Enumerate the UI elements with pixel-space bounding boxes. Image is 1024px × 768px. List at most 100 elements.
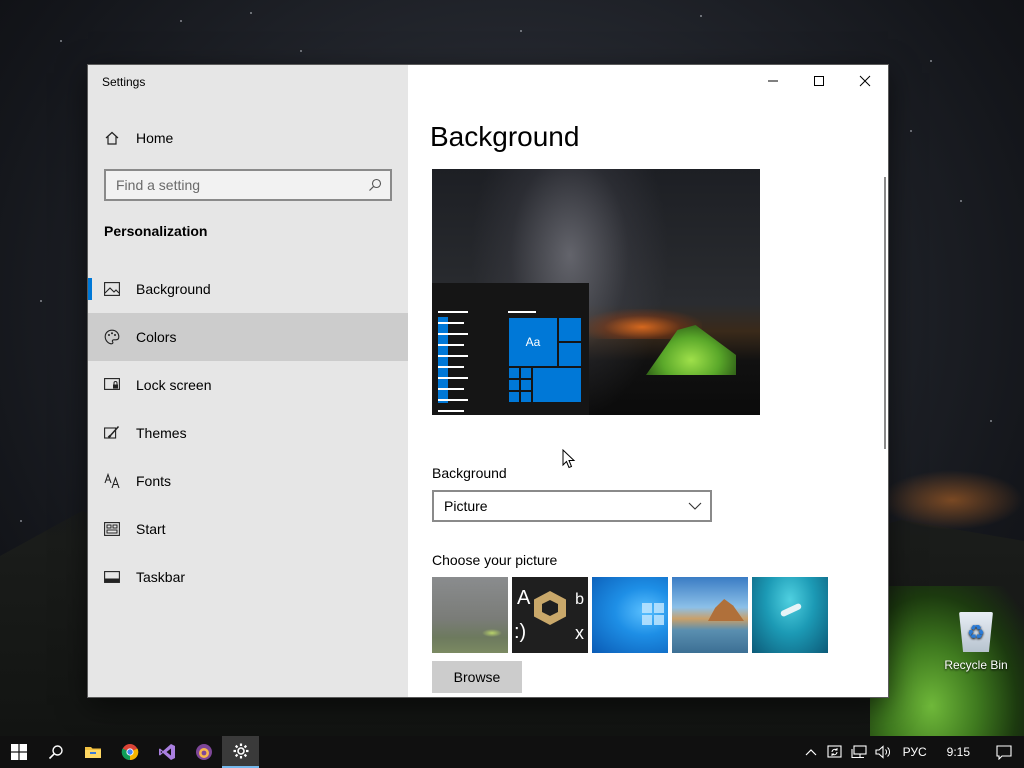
- taskbar: РУС 9:15: [0, 736, 1024, 768]
- nav-item-background[interactable]: Background: [88, 265, 408, 313]
- nav-item-colors[interactable]: Colors: [88, 313, 408, 361]
- network-icon: [851, 745, 867, 759]
- picture-thumbnail-5[interactable]: [752, 577, 828, 653]
- nav-item-label: Start: [136, 521, 166, 537]
- search-input[interactable]: Find a setting: [104, 169, 392, 201]
- preview-tile: [558, 317, 582, 342]
- nav-item-label: Lock screen: [136, 377, 212, 393]
- chevron-down-icon: [688, 502, 702, 510]
- clock[interactable]: 9:15: [939, 745, 984, 759]
- dropdown-value: Picture: [444, 498, 488, 514]
- nav-item-themes[interactable]: Themes: [88, 409, 408, 457]
- file-explorer-button[interactable]: [74, 736, 111, 768]
- minimize-button[interactable]: [750, 65, 796, 97]
- chevron-up-icon: [805, 749, 817, 756]
- nav-item-taskbar[interactable]: Taskbar: [88, 553, 408, 601]
- hexagon-logo-icon: [534, 591, 566, 625]
- folder-icon: [84, 747, 101, 758]
- thumb-text-x: x: [575, 623, 584, 643]
- picture-thumbnail-3[interactable]: [592, 577, 668, 653]
- network-tray-button[interactable]: [847, 736, 871, 768]
- recycle-bin-label: Recycle Bin: [944, 658, 1008, 672]
- main-pane: Background Aa Background Picture Choose …: [408, 65, 888, 697]
- thumb-text-b: b: [575, 591, 584, 608]
- visual-studio-icon: [158, 744, 175, 760]
- thumb-text-smile: :): [514, 621, 527, 643]
- background-label: Background: [432, 465, 507, 481]
- diver-figure: [779, 602, 803, 618]
- recycle-bin-icon: [959, 612, 993, 652]
- taskbar-search-button[interactable]: [37, 736, 74, 768]
- browse-button[interactable]: Browse: [432, 661, 522, 693]
- volume-tray-button[interactable]: [871, 736, 895, 768]
- show-hidden-icons-button[interactable]: [799, 736, 823, 768]
- preview-tile: [520, 367, 532, 379]
- preview-tile: [508, 367, 520, 379]
- nav-item-label: Background: [136, 281, 211, 297]
- fonts-icon: [104, 473, 120, 489]
- preview-tile: [532, 367, 582, 403]
- picture-thumbnail-4[interactable]: [672, 577, 748, 653]
- action-center-button[interactable]: [984, 736, 1024, 768]
- start-button[interactable]: [0, 736, 37, 768]
- picture-thumbnail-1[interactable]: [432, 577, 508, 653]
- gear-icon: [233, 743, 248, 759]
- tor-browser-icon: [195, 744, 212, 760]
- close-icon: [859, 75, 871, 87]
- preview-start-menu: Aa: [432, 283, 589, 415]
- thumb-text-a: A: [517, 587, 531, 609]
- search-icon[interactable]: [368, 178, 382, 192]
- settings-taskbar-button[interactable]: [222, 736, 259, 768]
- recycle-bin[interactable]: Recycle Bin: [940, 612, 1012, 672]
- preview-menu-lines: [438, 311, 468, 415]
- nav-item-fonts[interactable]: Fonts: [88, 457, 408, 505]
- background-type-dropdown[interactable]: Picture: [432, 490, 712, 522]
- language-indicator[interactable]: РУС: [895, 745, 939, 759]
- caption-buttons: [750, 65, 888, 97]
- preview-tile: [520, 391, 532, 403]
- chrome-icon: [121, 744, 138, 761]
- maximize-button[interactable]: [796, 65, 842, 97]
- chrome-button[interactable]: [111, 736, 148, 768]
- picture-icon: [104, 281, 120, 297]
- home-icon: [104, 130, 120, 146]
- mouse-cursor-icon: [562, 449, 576, 469]
- nav-item-lock-screen[interactable]: Lock screen: [88, 361, 408, 409]
- windows-logo-icon: [642, 603, 664, 625]
- nav-item-label: Fonts: [136, 473, 172, 489]
- speaker-icon: [875, 745, 890, 759]
- nav-home[interactable]: Home: [88, 123, 408, 153]
- preview-tiles: Aa: [508, 317, 582, 403]
- nav-list: Background Colors Lock screen Themes Fon…: [88, 265, 408, 601]
- rock-formation: [708, 599, 744, 621]
- windows-start-icon: [10, 744, 27, 760]
- scrollbar[interactable]: [884, 177, 886, 449]
- palette-icon: [104, 329, 120, 345]
- nav-item-label: Colors: [136, 329, 177, 345]
- sidebar: Settings Home Find a setting Personaliza…: [88, 65, 408, 697]
- preview-tile-aa: Aa: [508, 317, 558, 367]
- section-title: Personalization: [104, 223, 208, 239]
- start-icon: [104, 521, 120, 537]
- choose-picture-label: Choose your picture: [432, 552, 558, 568]
- maximize-icon: [814, 76, 824, 86]
- sync-tray-button[interactable]: [823, 736, 847, 768]
- search-placeholder: Find a setting: [116, 177, 201, 193]
- picture-thumbnail-2[interactable]: A :) b x: [512, 577, 588, 653]
- visual-studio-button[interactable]: [148, 736, 185, 768]
- page-title: Background: [430, 121, 580, 152]
- lock-screen-icon: [104, 377, 120, 393]
- preview-tile: [508, 379, 520, 391]
- search-icon: [48, 745, 63, 760]
- minimize-icon: [768, 80, 778, 82]
- nav-item-label: Taskbar: [136, 569, 186, 585]
- nav-home-label: Home: [136, 130, 174, 146]
- picture-thumbnails: A :) b x: [432, 577, 828, 653]
- close-button[interactable]: [842, 65, 888, 97]
- nav-item-start[interactable]: Start: [88, 505, 408, 553]
- tor-browser-button[interactable]: [185, 736, 222, 768]
- preview-tiles-label: [508, 311, 536, 313]
- nav-item-label: Themes: [136, 425, 187, 441]
- system-tray: РУС 9:15: [799, 736, 1024, 768]
- desktop-horizon-glow: [880, 470, 1024, 530]
